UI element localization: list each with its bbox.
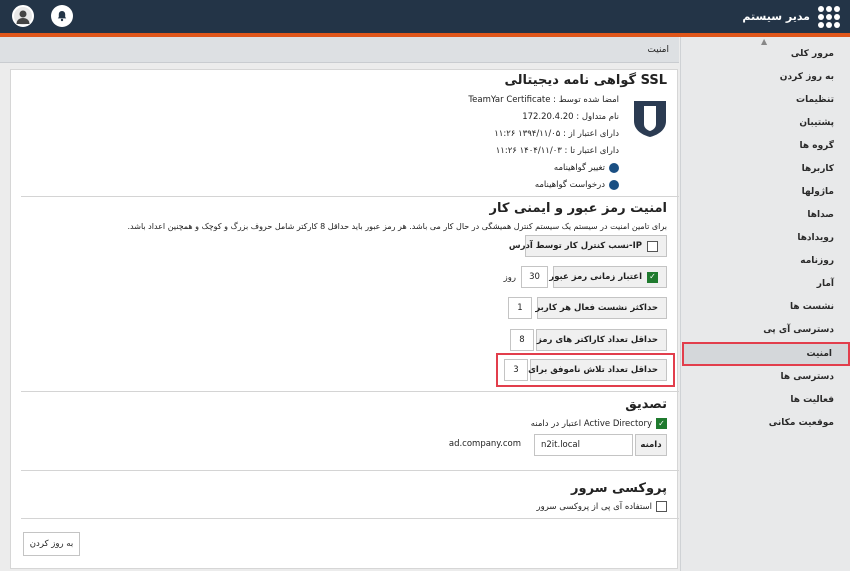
expiry-checkbox[interactable]: ✓	[647, 271, 658, 283]
sidebar-item-stats[interactable]: آمار	[680, 273, 850, 296]
divider	[21, 196, 679, 197]
sidebar-item-journal[interactable]: روزنامه	[680, 250, 850, 273]
min-chars-label: حداقل تعداد کاراکتر های رمز عبور	[514, 335, 658, 345]
auth-title: تصدیق	[625, 397, 667, 412]
divider	[21, 391, 679, 392]
sidebar-item-overview[interactable]: مرور کلی	[680, 43, 850, 66]
circle-icon	[609, 180, 619, 190]
ad-checkbox[interactable]: ✓	[656, 418, 667, 429]
top-bar: مدیر سیستم	[0, 0, 850, 33]
sidebar-item-permissions[interactable]: دسترسی ها	[680, 366, 850, 389]
max-sessions-input[interactable]: 1	[508, 297, 532, 319]
sidebar-item-settings[interactable]: تنظیمات	[680, 89, 850, 112]
expiry-unit: روز	[503, 273, 516, 283]
sidebar-item-groups[interactable]: گروه ها	[680, 135, 850, 158]
sidebar-item-ip-access[interactable]: دسترسی آی پی	[680, 319, 850, 342]
password-title: امنیت رمز عبور و ایمنی کار	[489, 201, 667, 216]
ssl-title: SSL گواهی نامه دیجیتالی	[504, 73, 668, 88]
app-title: مدیر سیستم	[742, 10, 810, 23]
change-cert-link[interactable]: تغییر گواهینامه	[554, 163, 619, 173]
sidebar-item-sounds[interactable]: صداها	[680, 204, 850, 227]
proxy-label: استفاده آی پی از پروکسی سرور	[536, 501, 652, 512]
ip-control-checkbox[interactable]	[647, 240, 658, 252]
ad-label: Active Directory اعتبار در دامنه	[530, 418, 652, 429]
shield-icon	[634, 101, 666, 137]
breadcrumb: امنیت	[0, 37, 679, 63]
expiry-days-input[interactable]: 30	[521, 266, 548, 288]
security-panel: SSL گواهی نامه دیجیتالی امضا شده توسط : …	[10, 69, 679, 569]
avatar[interactable]	[12, 5, 34, 27]
expiry-label: اعتبار زمانی رمز عبور	[549, 272, 642, 282]
domain-label: دامنه	[635, 434, 667, 456]
cert-common-name: نام متداول : 172.20.4.20	[522, 112, 619, 122]
max-sessions-label-box: حداکثر نشست فعال هر کاربر	[535, 297, 667, 319]
failed-login-label-box: حداقل تعداد تلاش ناموفق برای ورود	[505, 359, 667, 381]
circle-icon	[609, 163, 619, 173]
cert-valid-from: دارای اعتبار از : ۱۳۹۴/۱۱/۰۵ ۱۱:۲۶	[494, 129, 619, 139]
proxy-checkbox[interactable]	[656, 501, 667, 512]
sidebar-item-sessions[interactable]: نشست ها	[680, 296, 850, 319]
ip-control-toggle[interactable]: IP-نسب کنترل کار توسط آدرس	[509, 235, 667, 257]
domain-input[interactable]: n2it.local	[534, 434, 633, 456]
main-content: SSL گواهی نامه دیجیتالی امضا شده توسط : …	[0, 63, 679, 571]
change-cert-label: تغییر گواهینامه	[553, 163, 605, 173]
request-cert-label: درخواست گواهینامه	[534, 180, 605, 190]
failed-login-label: حداقل تعداد تلاش ناموفق برای ورود	[505, 365, 658, 375]
divider	[21, 518, 679, 519]
domain-hint: ad.company.com	[448, 439, 521, 449]
sidebar-item-location[interactable]: موقعیت مکانی	[680, 412, 850, 435]
sidebar-item-users[interactable]: کاربرها	[680, 158, 850, 181]
sidebar-item-backup[interactable]: پشتیبان	[680, 112, 850, 135]
sidebar: ▲ مرور کلی به روز کردن تنظیمات پشتیبان گ…	[680, 37, 850, 571]
password-description: برای تامین امنیت در سیستم یک سیستم کنترل…	[127, 222, 667, 231]
sidebar-menu: مرور کلی به روز کردن تنظیمات پشتیبان گرو…	[680, 43, 850, 435]
sidebar-item-activities[interactable]: فعالیت ها	[680, 389, 850, 412]
request-cert-link[interactable]: درخواست گواهینامه	[535, 180, 619, 190]
expiry-toggle[interactable]: ✓ اعتبار زمانی رمز عبور	[549, 266, 667, 288]
proxy-title: پروکسی سرور	[571, 481, 667, 496]
sidebar-item-modules[interactable]: ماژولها	[680, 181, 850, 204]
max-sessions-label: حداکثر نشست فعال هر کاربر	[535, 303, 658, 313]
ad-toggle[interactable]: ✓ Active Directory اعتبار در دامنه	[531, 418, 667, 429]
sidebar-item-update[interactable]: به روز کردن	[680, 66, 850, 89]
min-chars-label-box: حداقل تعداد کاراکتر های رمز عبور	[514, 329, 667, 351]
bell-icon[interactable]	[51, 5, 73, 27]
proxy-toggle[interactable]: استفاده آی پی از پروکسی سرور	[536, 501, 667, 512]
refresh-button[interactable]: به روز کردن	[23, 532, 80, 556]
ip-control-label: IP-نسب کنترل کار توسط آدرس	[508, 241, 642, 251]
min-chars-input[interactable]: 8	[510, 329, 534, 351]
sidebar-item-security[interactable]: امنیت	[682, 342, 850, 366]
app-grid-icon[interactable]	[818, 6, 840, 28]
sidebar-item-events[interactable]: رویدادها	[680, 227, 850, 250]
divider	[21, 470, 679, 471]
failed-login-input[interactable]: 3	[504, 359, 528, 381]
cert-valid-to: دارای اعتبار تا : ۱۴۰۴/۱۱/۰۳ ۱۱:۲۶	[495, 146, 619, 156]
cert-signed-by: امضا شده توسط : TeamYar Certificate	[468, 95, 619, 105]
